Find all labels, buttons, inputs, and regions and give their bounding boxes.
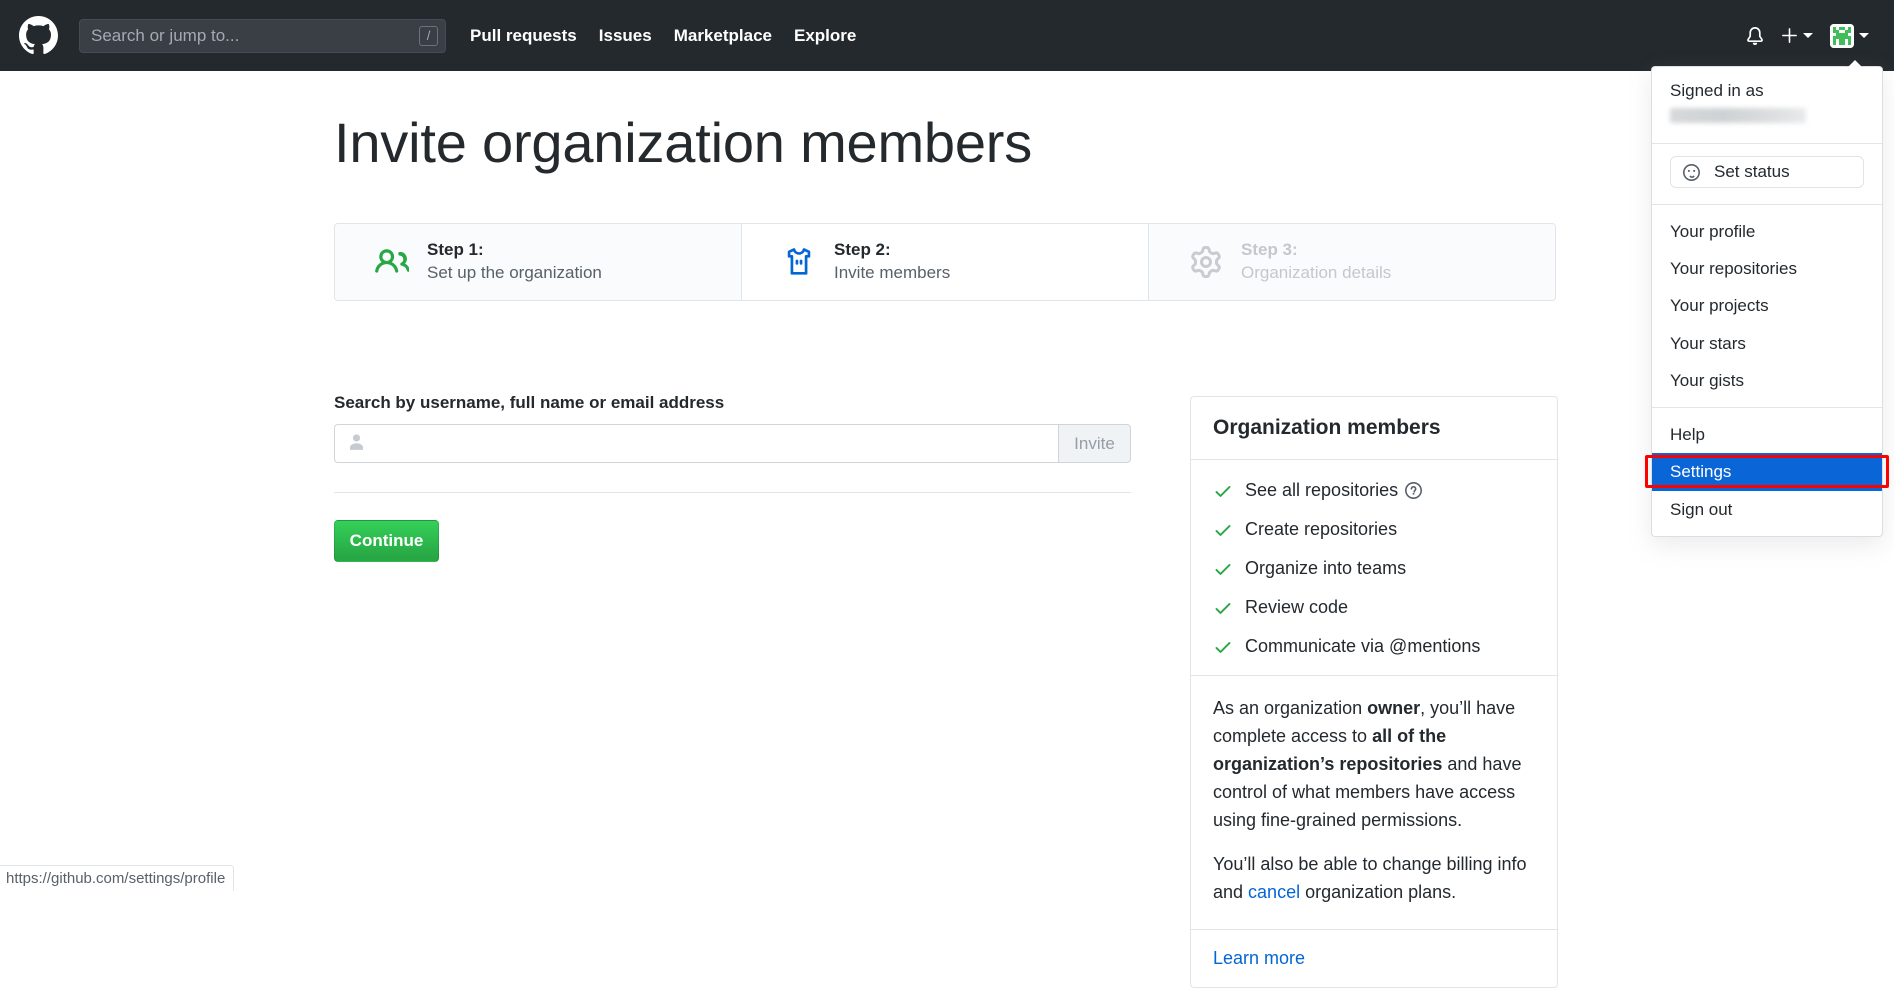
step-3-organization-details: Step 3: Organization details xyxy=(1149,224,1555,300)
create-new-button[interactable] xyxy=(1781,27,1813,44)
step-3-number: Step 3: xyxy=(1241,239,1391,262)
bell-icon[interactable] xyxy=(1746,27,1764,45)
nav-explore[interactable]: Explore xyxy=(794,26,856,46)
step-1-set-up-the-organization[interactable]: Step 1: Set up the organization xyxy=(335,224,742,300)
invite-input-wrapper[interactable] xyxy=(334,424,1058,463)
step-1-description: Set up the organization xyxy=(427,262,602,285)
owner-emphasis-owner: owner xyxy=(1367,698,1420,718)
github-logo-icon[interactable] xyxy=(19,16,58,55)
menu-item-your-repositories[interactable]: Your repositories xyxy=(1652,250,1882,287)
identicon-avatar xyxy=(1830,24,1854,48)
page-title: Invite organization members xyxy=(334,112,1032,174)
status-bar-url: https://github.com/settings/profile xyxy=(6,870,225,887)
capabilities-list: See all repositories Create repositories… xyxy=(1191,460,1557,676)
menu-item-your-projects[interactable]: Your projects xyxy=(1652,287,1882,324)
invite-search-input[interactable] xyxy=(335,425,1058,462)
check-icon xyxy=(1213,598,1235,618)
owner-description: As an organization owner, you’ll have co… xyxy=(1191,676,1557,930)
menu-item-settings[interactable]: Settings xyxy=(1652,453,1882,490)
dropdown-personal-links: Your profile Your repositories Your proj… xyxy=(1652,205,1882,408)
menu-item-your-gists[interactable]: Your gists xyxy=(1652,362,1882,399)
smiley-icon xyxy=(1683,164,1700,181)
capability-label: Communicate via @mentions xyxy=(1245,636,1480,657)
user-dropdown-menu: Signed in as Set status Your profile You… xyxy=(1651,66,1883,537)
nav-pull-requests[interactable]: Pull requests xyxy=(470,26,577,46)
signed-in-as-label: Signed in as xyxy=(1670,81,1864,101)
form-divider xyxy=(334,492,1131,493)
owner-text-a: As an organization xyxy=(1213,698,1367,718)
check-icon xyxy=(1213,559,1235,579)
step-1-number: Step 1: xyxy=(427,239,602,262)
chevron-down-icon xyxy=(1803,33,1813,38)
billing-text-b: organization plans. xyxy=(1300,882,1456,902)
search-input[interactable] xyxy=(79,19,446,53)
continue-button[interactable]: Continue xyxy=(334,520,439,562)
step-2-description: Invite members xyxy=(834,262,950,285)
organization-members-panel: Organization members See all repositorie… xyxy=(1190,396,1558,988)
dropdown-account-links: Help Settings Sign out xyxy=(1652,408,1882,536)
question-icon[interactable] xyxy=(1405,482,1422,499)
browser-status-bar: https://github.com/settings/profile xyxy=(0,865,234,891)
learn-more-link[interactable]: Learn more xyxy=(1213,948,1305,968)
username-redacted xyxy=(1670,108,1806,123)
list-item: See all repositories xyxy=(1213,480,1535,501)
dropdown-status-section: Set status xyxy=(1652,144,1882,205)
capability-label: Create repositories xyxy=(1245,519,1397,540)
page-content: Invite organization members Step 1: Set … xyxy=(0,71,1894,891)
invite-form: Search by username, full name or email a… xyxy=(334,393,1131,463)
panel-footer: Learn more xyxy=(1191,930,1557,987)
capability-label: Organize into teams xyxy=(1245,558,1406,579)
primary-nav: Pull requests Issues Marketplace Explore xyxy=(470,26,856,46)
check-icon xyxy=(1213,637,1235,657)
owner-paragraph-2: You’ll also be able to change billing in… xyxy=(1213,851,1535,907)
set-status-label: Set status xyxy=(1714,162,1790,182)
gear-icon xyxy=(1187,243,1225,281)
step-3-description: Organization details xyxy=(1241,262,1391,285)
menu-item-your-profile[interactable]: Your profile xyxy=(1652,213,1882,250)
invite-input-row: Invite xyxy=(334,424,1131,463)
dropdown-signed-in-section: Signed in as xyxy=(1652,67,1882,144)
panel-title: Organization members xyxy=(1213,416,1535,440)
panel-header: Organization members xyxy=(1191,397,1557,460)
nav-issues[interactable]: Issues xyxy=(599,26,652,46)
step-2-invite-members[interactable]: Step 2: Invite members xyxy=(742,224,1149,300)
list-item: Create repositories xyxy=(1213,519,1535,540)
menu-item-sign-out[interactable]: Sign out xyxy=(1652,491,1882,528)
list-item: Review code xyxy=(1213,597,1535,618)
onboarding-steps: Step 1: Set up the organization Step 2: … xyxy=(334,223,1556,301)
global-header: / Pull requests Issues Marketplace Explo… xyxy=(0,0,1894,71)
check-icon xyxy=(1213,520,1235,540)
signed-in-as-block: Signed in as xyxy=(1652,75,1882,135)
menu-item-help[interactable]: Help xyxy=(1652,416,1882,453)
people-icon xyxy=(373,243,411,281)
jersey-icon xyxy=(780,243,818,281)
set-status-wrapper: Set status xyxy=(1652,152,1882,196)
check-icon xyxy=(1213,481,1235,501)
invite-button[interactable]: Invite xyxy=(1058,424,1131,463)
nav-marketplace[interactable]: Marketplace xyxy=(674,26,772,46)
user-menu-button[interactable] xyxy=(1830,24,1869,48)
invite-search-label: Search by username, full name or email a… xyxy=(334,393,1131,413)
header-right-actions xyxy=(1746,24,1875,48)
list-item: Organize into teams xyxy=(1213,558,1535,579)
step-2-number: Step 2: xyxy=(834,239,950,262)
set-status-button[interactable]: Set status xyxy=(1670,156,1864,188)
list-item: Communicate via @mentions xyxy=(1213,636,1535,657)
cancel-link[interactable]: cancel xyxy=(1248,882,1300,902)
chevron-down-icon xyxy=(1859,33,1869,38)
capability-label: See all repositories xyxy=(1245,480,1398,501)
menu-item-your-stars[interactable]: Your stars xyxy=(1652,325,1882,362)
search-shortcut-badge: / xyxy=(419,26,438,46)
owner-paragraph-1: As an organization owner, you’ll have co… xyxy=(1213,695,1535,834)
search-box[interactable]: / xyxy=(79,19,446,53)
capability-label: Review code xyxy=(1245,597,1348,618)
